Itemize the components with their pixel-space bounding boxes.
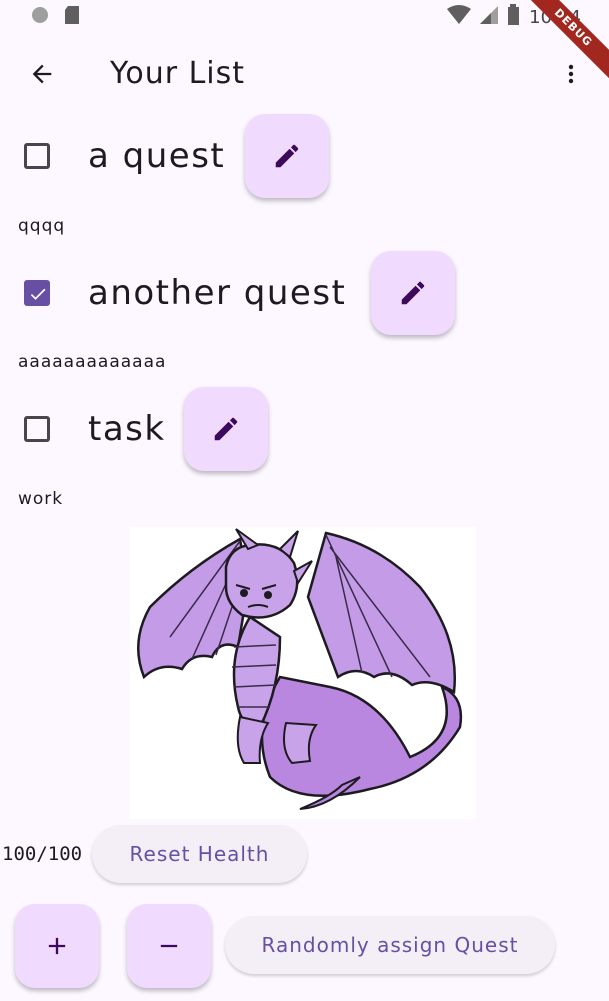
- edit-icon: [214, 417, 238, 441]
- back-button[interactable]: [24, 56, 60, 92]
- quest-row: task: [0, 387, 609, 471]
- quest-title: task: [88, 409, 166, 449]
- health-text: 100/100: [2, 843, 83, 865]
- remove-quest-button[interactable]: [127, 904, 211, 988]
- quest-title: a quest: [88, 136, 226, 176]
- quest-row: a quest: [0, 114, 609, 198]
- edit-quest-button[interactable]: [371, 251, 455, 335]
- circle-icon: [30, 5, 50, 29]
- quest-description: aaaaaaaaaaaaa: [18, 352, 167, 372]
- app-bar: Your List: [0, 44, 609, 104]
- wifi-icon: [447, 5, 472, 29]
- minus-icon: [160, 944, 178, 948]
- battery-icon: [507, 4, 521, 30]
- dragon-image: [130, 527, 476, 819]
- page-title: Your List: [110, 56, 246, 91]
- edit-icon: [275, 144, 299, 168]
- signal-icon: [479, 5, 499, 29]
- edit-quest-button[interactable]: [184, 387, 268, 471]
- quest-description: work: [18, 489, 64, 509]
- more-options-button[interactable]: [559, 58, 583, 90]
- plus-icon: [48, 937, 66, 955]
- quest-checkbox[interactable]: [24, 143, 50, 169]
- edit-quest-button[interactable]: [245, 114, 329, 198]
- quest-checkbox[interactable]: [24, 416, 50, 442]
- quest-row: another quest: [0, 251, 609, 335]
- edit-icon: [401, 281, 425, 305]
- quest-description: qqqq: [18, 216, 66, 236]
- check-icon: [30, 288, 46, 300]
- sd-card-icon: [64, 5, 80, 29]
- quest-checkbox[interactable]: [24, 280, 50, 306]
- add-quest-button[interactable]: [15, 904, 99, 988]
- reset-health-button[interactable]: Reset Health: [92, 825, 307, 883]
- more-vert-icon: [568, 64, 574, 84]
- quest-title: another quest: [88, 273, 347, 313]
- random-assign-quest-button[interactable]: Randomly assign Quest: [225, 916, 555, 974]
- arrow-back-icon: [32, 64, 52, 84]
- status-bar: 10:24 DEBUG: [0, 0, 609, 85]
